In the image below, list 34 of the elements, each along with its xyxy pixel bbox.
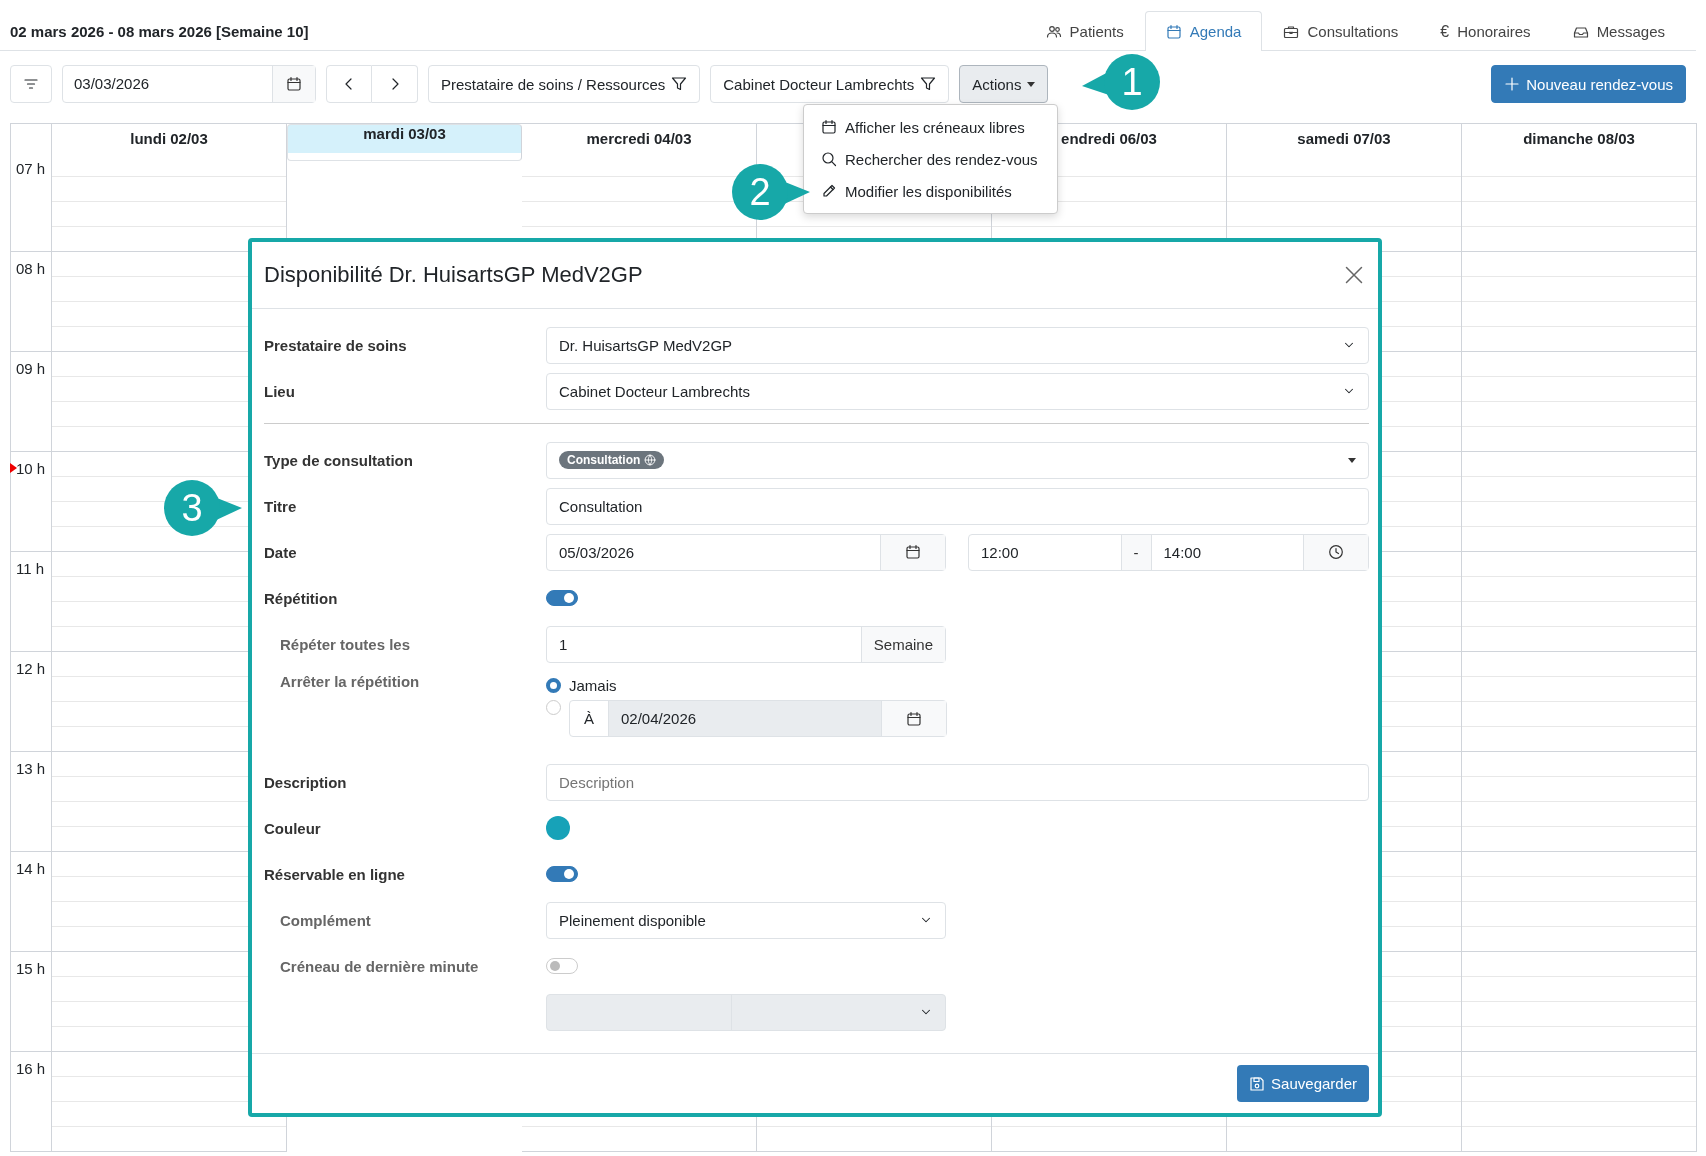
week-title: 02 mars 2026 - 08 mars 2026 [Semaine 10] <box>10 22 309 40</box>
radio-label: Jamais <box>569 677 617 694</box>
hour-label: 13 h <box>16 760 46 777</box>
day-header: dimanche 08/03 <box>1523 129 1635 147</box>
field-label: Créneau de dernière minute <box>279 957 480 975</box>
field-label: Description <box>264 773 348 791</box>
hour-label: 16 h <box>16 1060 46 1077</box>
hour-label: 14 h <box>16 860 46 877</box>
field-label: Lieu <box>264 382 296 400</box>
day-header: samedi 07/03 <box>1297 129 1391 147</box>
day-header: mercredi 04/03 <box>586 129 692 147</box>
field-label: Arrêter la répétition <box>279 673 421 690</box>
field-label: Complément <box>279 911 372 929</box>
field-label: Répétition <box>264 589 339 607</box>
dialog-title: Disponibilité Dr. HuisartsGP MedV2GP <box>264 262 643 288</box>
day-header: mardi 03/03 <box>363 125 446 142</box>
hour-label: 15 h <box>16 960 46 977</box>
field-label: Type de consultation <box>264 451 414 469</box>
field-label: Répéter toutes les <box>279 635 412 653</box>
hour-label: 08 h <box>16 260 46 277</box>
consultation-tag: Consultation <box>559 451 665 469</box>
hour-label: 10 h <box>16 460 46 477</box>
euro-icon: € <box>1440 22 1450 41</box>
hour-label: 11 h <box>16 560 45 577</box>
field-label: Titre <box>264 497 298 515</box>
day-header: endredi 06/03 <box>1061 129 1157 147</box>
day-header: lundi 02/03 <box>130 129 208 147</box>
hour-label: 07 h <box>16 160 46 177</box>
hour-label: 09 h <box>16 360 46 377</box>
field-label: Réservable en ligne <box>264 865 406 883</box>
field-label: Couleur <box>264 819 322 837</box>
field-label: Prestataire de soins <box>264 336 408 354</box>
hour-label: 12 h <box>16 660 46 677</box>
field-label: Date <box>264 543 298 561</box>
